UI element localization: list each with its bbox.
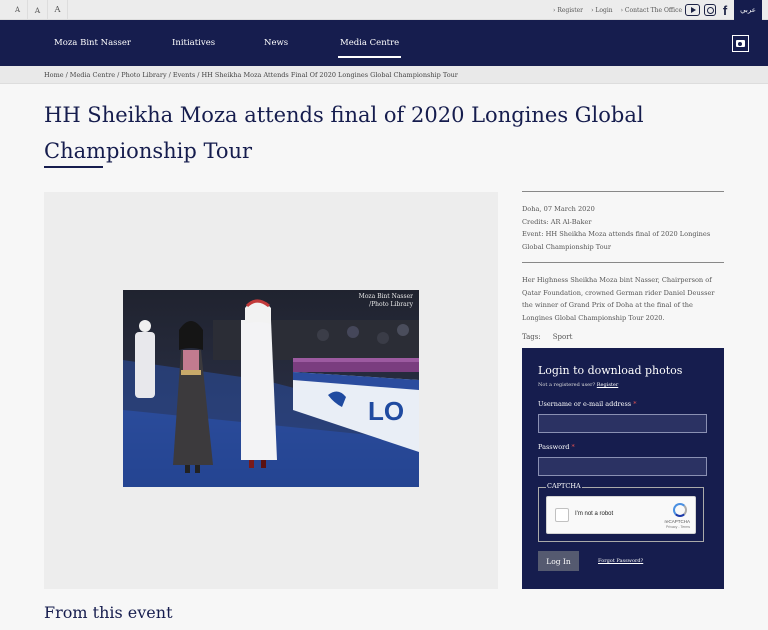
breadcrumb-media-centre[interactable]: Media Centre: [70, 71, 115, 79]
camera-icon[interactable]: [732, 35, 749, 52]
event-photo[interactable]: LO Moza Bint Nasser /Photo Library: [123, 290, 419, 487]
breadcrumb: Home / Media Centre / Photo Library / Event…: [0, 66, 768, 84]
photo-meta: Doha, 07 March 2020 Credits: AR Al-Baker…: [522, 203, 724, 253]
photo-location-date: Doha, 07 March 2020: [522, 205, 595, 213]
password-label: Password *: [538, 443, 575, 451]
nav-item-news[interactable]: News: [264, 20, 288, 66]
nav-item-media-centre[interactable]: Media Centre: [337, 20, 402, 66]
username-label: Username or e-mail address *: [538, 400, 637, 408]
tag-sport[interactable]: Sport: [553, 333, 573, 341]
svg-text:LO: LO: [368, 396, 404, 426]
recaptcha-label: I'm not a robot: [575, 511, 614, 517]
font-size-medium-button[interactable]: A: [28, 0, 48, 20]
recaptcha-terms-link[interactable]: Privacy - Terms: [666, 525, 690, 529]
captcha-legend: CAPTCHA: [546, 482, 582, 490]
font-size-large-button[interactable]: A: [48, 0, 68, 20]
recaptcha-brand: reCAPTCHA: [664, 519, 690, 524]
password-field[interactable]: [538, 457, 707, 476]
youtube-icon[interactable]: [685, 4, 700, 16]
photo-description: Her Highness Sheikha Moza bint Nasser, C…: [522, 276, 715, 322]
recaptcha-checkbox[interactable]: [555, 508, 569, 522]
facebook-icon[interactable]: f: [720, 3, 730, 18]
login-heading: Login to download photos: [538, 364, 683, 377]
login-panel: Login to download photos Not a registere…: [522, 348, 724, 589]
breadcrumb-photo-library[interactable]: Photo Library: [121, 71, 166, 79]
register-prompt: Not a registered user? Register: [538, 382, 619, 388]
language-switch-button[interactable]: عربي: [734, 0, 762, 20]
breadcrumb-home[interactable]: Home: [44, 71, 64, 79]
contact-office-link[interactable]: Contact The Office: [621, 7, 682, 14]
main-nav: Moza Bint Nasser Initiatives News Media …: [0, 20, 768, 66]
tags-label: Tags:: [522, 333, 541, 341]
nav-item-moza-bint-nasser[interactable]: Moza Bint Nasser: [54, 20, 131, 66]
divider: [522, 262, 724, 263]
font-size-small-button[interactable]: A: [8, 0, 28, 20]
login-link[interactable]: Login: [591, 7, 612, 14]
photo-credits: Credits: AR Al-Baker: [522, 217, 592, 226]
social-links: f: [685, 2, 730, 18]
login-register-link[interactable]: Register: [597, 382, 618, 388]
username-field[interactable]: [538, 414, 707, 433]
recaptcha-logo-icon: [673, 503, 687, 517]
forgot-password-link[interactable]: Forgot Password?: [598, 558, 643, 564]
nav-item-initiatives[interactable]: Initiatives: [172, 20, 215, 66]
register-link[interactable]: Register: [553, 7, 583, 14]
instagram-icon[interactable]: [704, 4, 716, 16]
breadcrumb-current: HH Sheikha Moza Attends Final Of 2020 Lo…: [201, 70, 458, 79]
title-underline: [44, 166, 103, 168]
top-utility-bar: A A A Register Login Contact The Office …: [0, 0, 768, 20]
recaptcha-widget: I'm not a robot reCAPTCHA Privacy - Term…: [546, 496, 696, 534]
tags: Tags: Sport: [522, 333, 572, 341]
font-size-controls: A A A: [8, 0, 68, 20]
divider: [522, 191, 724, 192]
photo-watermark: Moza Bint Nasser /Photo Library: [358, 293, 413, 308]
top-links: Register Login Contact The Office: [553, 0, 682, 20]
photo-event: Event: HH Sheikha Moza attends final of …: [522, 230, 711, 251]
login-button[interactable]: Log In: [538, 551, 579, 571]
page-title: HH Sheikha Moza attends final of 2020 Lo…: [44, 103, 644, 163]
section-heading-from-event: From this event: [44, 603, 173, 622]
breadcrumb-events[interactable]: Events: [173, 71, 195, 79]
